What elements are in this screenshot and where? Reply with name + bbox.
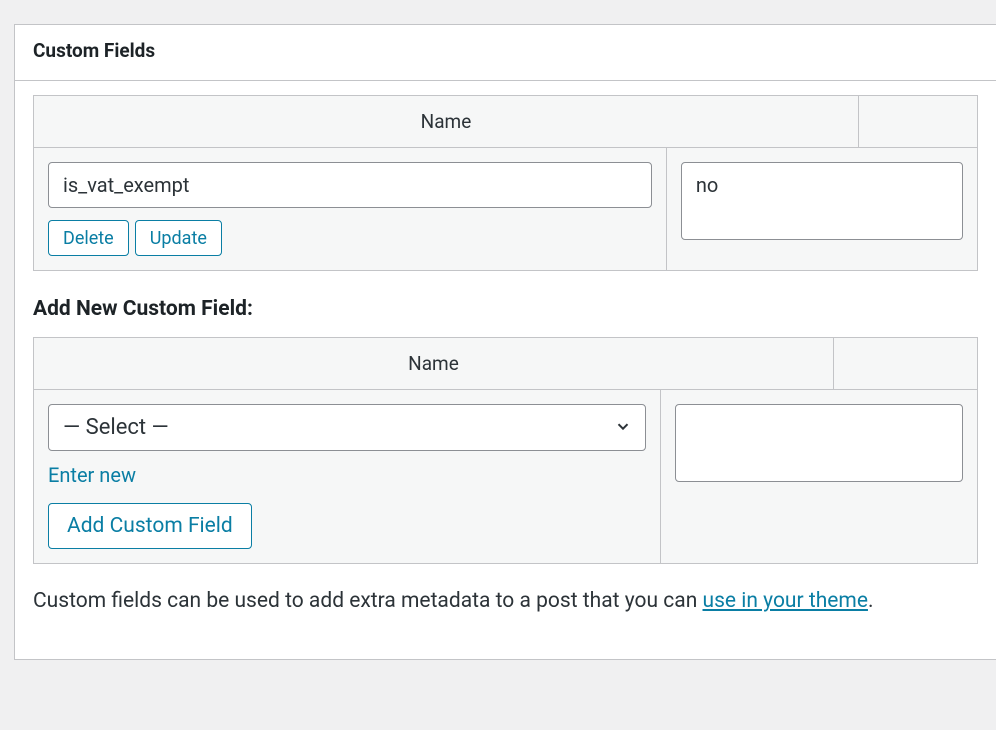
enter-new-link[interactable]: Enter new — [48, 463, 136, 487]
cell-value — [661, 390, 977, 563]
cell-name: Delete Update — [34, 148, 667, 270]
new-meta-value-input[interactable] — [675, 404, 963, 482]
cell-value: no — [667, 148, 977, 270]
help-prefix: Custom fields can be used to add extra m… — [33, 589, 703, 613]
metabox-title: Custom Fields — [33, 39, 978, 62]
table-row: Delete Update no — [34, 147, 977, 270]
add-new-heading: Add New Custom Field: — [33, 297, 978, 321]
help-link[interactable]: use in your theme — [703, 589, 868, 613]
update-button[interactable]: Update — [135, 220, 222, 256]
custom-fields-metabox: Custom Fields Name Value Delete Update n… — [14, 24, 996, 660]
metabox-header: Custom Fields — [15, 25, 996, 81]
help-suffix: . — [868, 589, 874, 613]
help-text: Custom fields can be used to add extra m… — [33, 586, 978, 616]
col-value-header: Value — [859, 96, 996, 147]
col-value-header: Value — [834, 338, 996, 389]
table-row: — Select — Enter new Add Custom Field — [34, 389, 977, 563]
add-button-row: Add Custom Field — [48, 503, 646, 549]
table-head: Name Value — [34, 338, 977, 389]
col-name-header: Name — [34, 96, 859, 147]
meta-value-input[interactable]: no — [681, 162, 963, 240]
meta-key-input[interactable] — [48, 162, 652, 208]
add-custom-field-button[interactable]: Add Custom Field — [48, 503, 252, 549]
delete-button[interactable]: Delete — [48, 220, 129, 256]
col-name-header: Name — [34, 338, 834, 389]
row-actions: Delete Update — [48, 220, 652, 256]
table-head: Name Value — [34, 96, 977, 147]
cell-name: — Select — Enter new Add Custom Field — [34, 390, 661, 563]
existing-fields-table: Name Value Delete Update no — [33, 95, 978, 271]
add-new-table: Name Value — Select — — [33, 337, 978, 564]
meta-key-select-wrap: — Select — — [48, 404, 646, 451]
metabox-body: Name Value Delete Update no Add New Cust… — [15, 81, 996, 659]
meta-key-select[interactable]: — Select — — [48, 404, 646, 451]
